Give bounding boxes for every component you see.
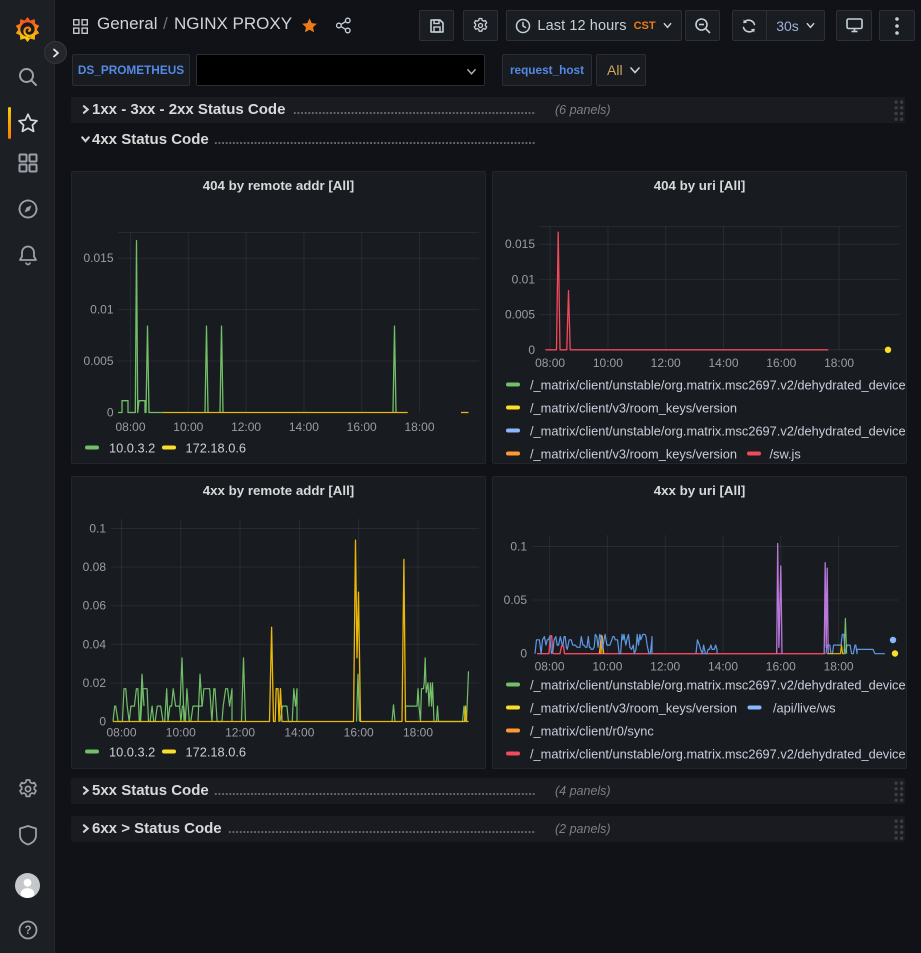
svg-text:0.08: 0.08 (83, 560, 107, 574)
svg-text:?: ? (24, 925, 31, 937)
svg-text:0: 0 (528, 343, 535, 357)
svg-text:08:00: 08:00 (535, 660, 565, 674)
svg-text:0.05: 0.05 (504, 593, 528, 607)
svg-text:08:00: 08:00 (535, 356, 565, 370)
svg-text:14:00: 14:00 (708, 660, 738, 674)
svg-text:/_matrix/client/r0/sync: /_matrix/client/r0/sync (530, 724, 654, 739)
svg-text:14:00: 14:00 (289, 420, 319, 434)
svg-text:/_matrix/client/v3/room_keys/v: /_matrix/client/v3/room_keys/version (530, 447, 737, 462)
svg-text:0.01: 0.01 (90, 303, 114, 317)
svg-text:10:00: 10:00 (173, 420, 203, 434)
svg-text:12:00: 12:00 (651, 356, 681, 370)
svg-text:0: 0 (520, 647, 527, 661)
svg-text:18:00: 18:00 (404, 420, 434, 434)
svg-text:0.015: 0.015 (83, 251, 113, 265)
svg-text:0.005: 0.005 (505, 308, 535, 322)
svg-text:172.18.0.6: 172.18.0.6 (186, 441, 247, 456)
svg-text:08:00: 08:00 (106, 726, 136, 740)
svg-text:/sw.js: /sw.js (770, 447, 801, 462)
svg-text:10:00: 10:00 (592, 660, 622, 674)
svg-text:/_matrix/client/v3/room_keys/v: /_matrix/client/v3/room_keys/version (530, 401, 737, 416)
svg-text:12:00: 12:00 (231, 420, 261, 434)
svg-text:/_matrix/client/unstable/org.m: /_matrix/client/unstable/org.matrix.msc2… (530, 747, 905, 762)
svg-text:10.0.3.2: 10.0.3.2 (109, 745, 155, 760)
svg-text:14:00: 14:00 (284, 726, 314, 740)
svg-text:12:00: 12:00 (650, 660, 680, 674)
svg-text:16:00: 16:00 (766, 356, 796, 370)
svg-text:16:00: 16:00 (344, 726, 374, 740)
svg-text:08:00: 08:00 (115, 420, 145, 434)
svg-text:/api/live/ws: /api/live/ws (773, 701, 836, 716)
svg-text:0.01: 0.01 (512, 272, 536, 286)
svg-text:0: 0 (107, 406, 114, 420)
svg-text:10.0.3.2: 10.0.3.2 (109, 441, 155, 456)
svg-text:0: 0 (99, 715, 106, 729)
svg-text:/_matrix/client/unstable/org.m: /_matrix/client/unstable/org.matrix.msc2… (530, 678, 905, 693)
svg-text:0.005: 0.005 (83, 354, 113, 368)
svg-text:/_matrix/client/unstable/org.m: /_matrix/client/unstable/org.matrix.msc2… (530, 424, 905, 439)
svg-text:16:00: 16:00 (766, 660, 796, 674)
svg-text:0.04: 0.04 (83, 637, 107, 651)
svg-text:14:00: 14:00 (708, 356, 738, 370)
svg-text:172.18.0.6: 172.18.0.6 (186, 745, 247, 760)
svg-text:0.1: 0.1 (510, 540, 527, 554)
svg-text:0.1: 0.1 (89, 522, 106, 536)
svg-text:10:00: 10:00 (166, 726, 196, 740)
svg-text:16:00: 16:00 (347, 420, 377, 434)
svg-text:18:00: 18:00 (824, 356, 854, 370)
svg-text:18:00: 18:00 (403, 726, 433, 740)
svg-text:0.02: 0.02 (83, 676, 107, 690)
svg-text:10:00: 10:00 (593, 356, 623, 370)
svg-text:0.015: 0.015 (505, 237, 535, 251)
svg-text:18:00: 18:00 (824, 660, 854, 674)
svg-text:12:00: 12:00 (225, 726, 255, 740)
svg-text:0.06: 0.06 (83, 599, 107, 613)
svg-text:/_matrix/client/unstable/org.m: /_matrix/client/unstable/org.matrix.msc2… (530, 378, 905, 393)
svg-text:/_matrix/client/v3/room_keys/v: /_matrix/client/v3/room_keys/version (530, 701, 737, 716)
